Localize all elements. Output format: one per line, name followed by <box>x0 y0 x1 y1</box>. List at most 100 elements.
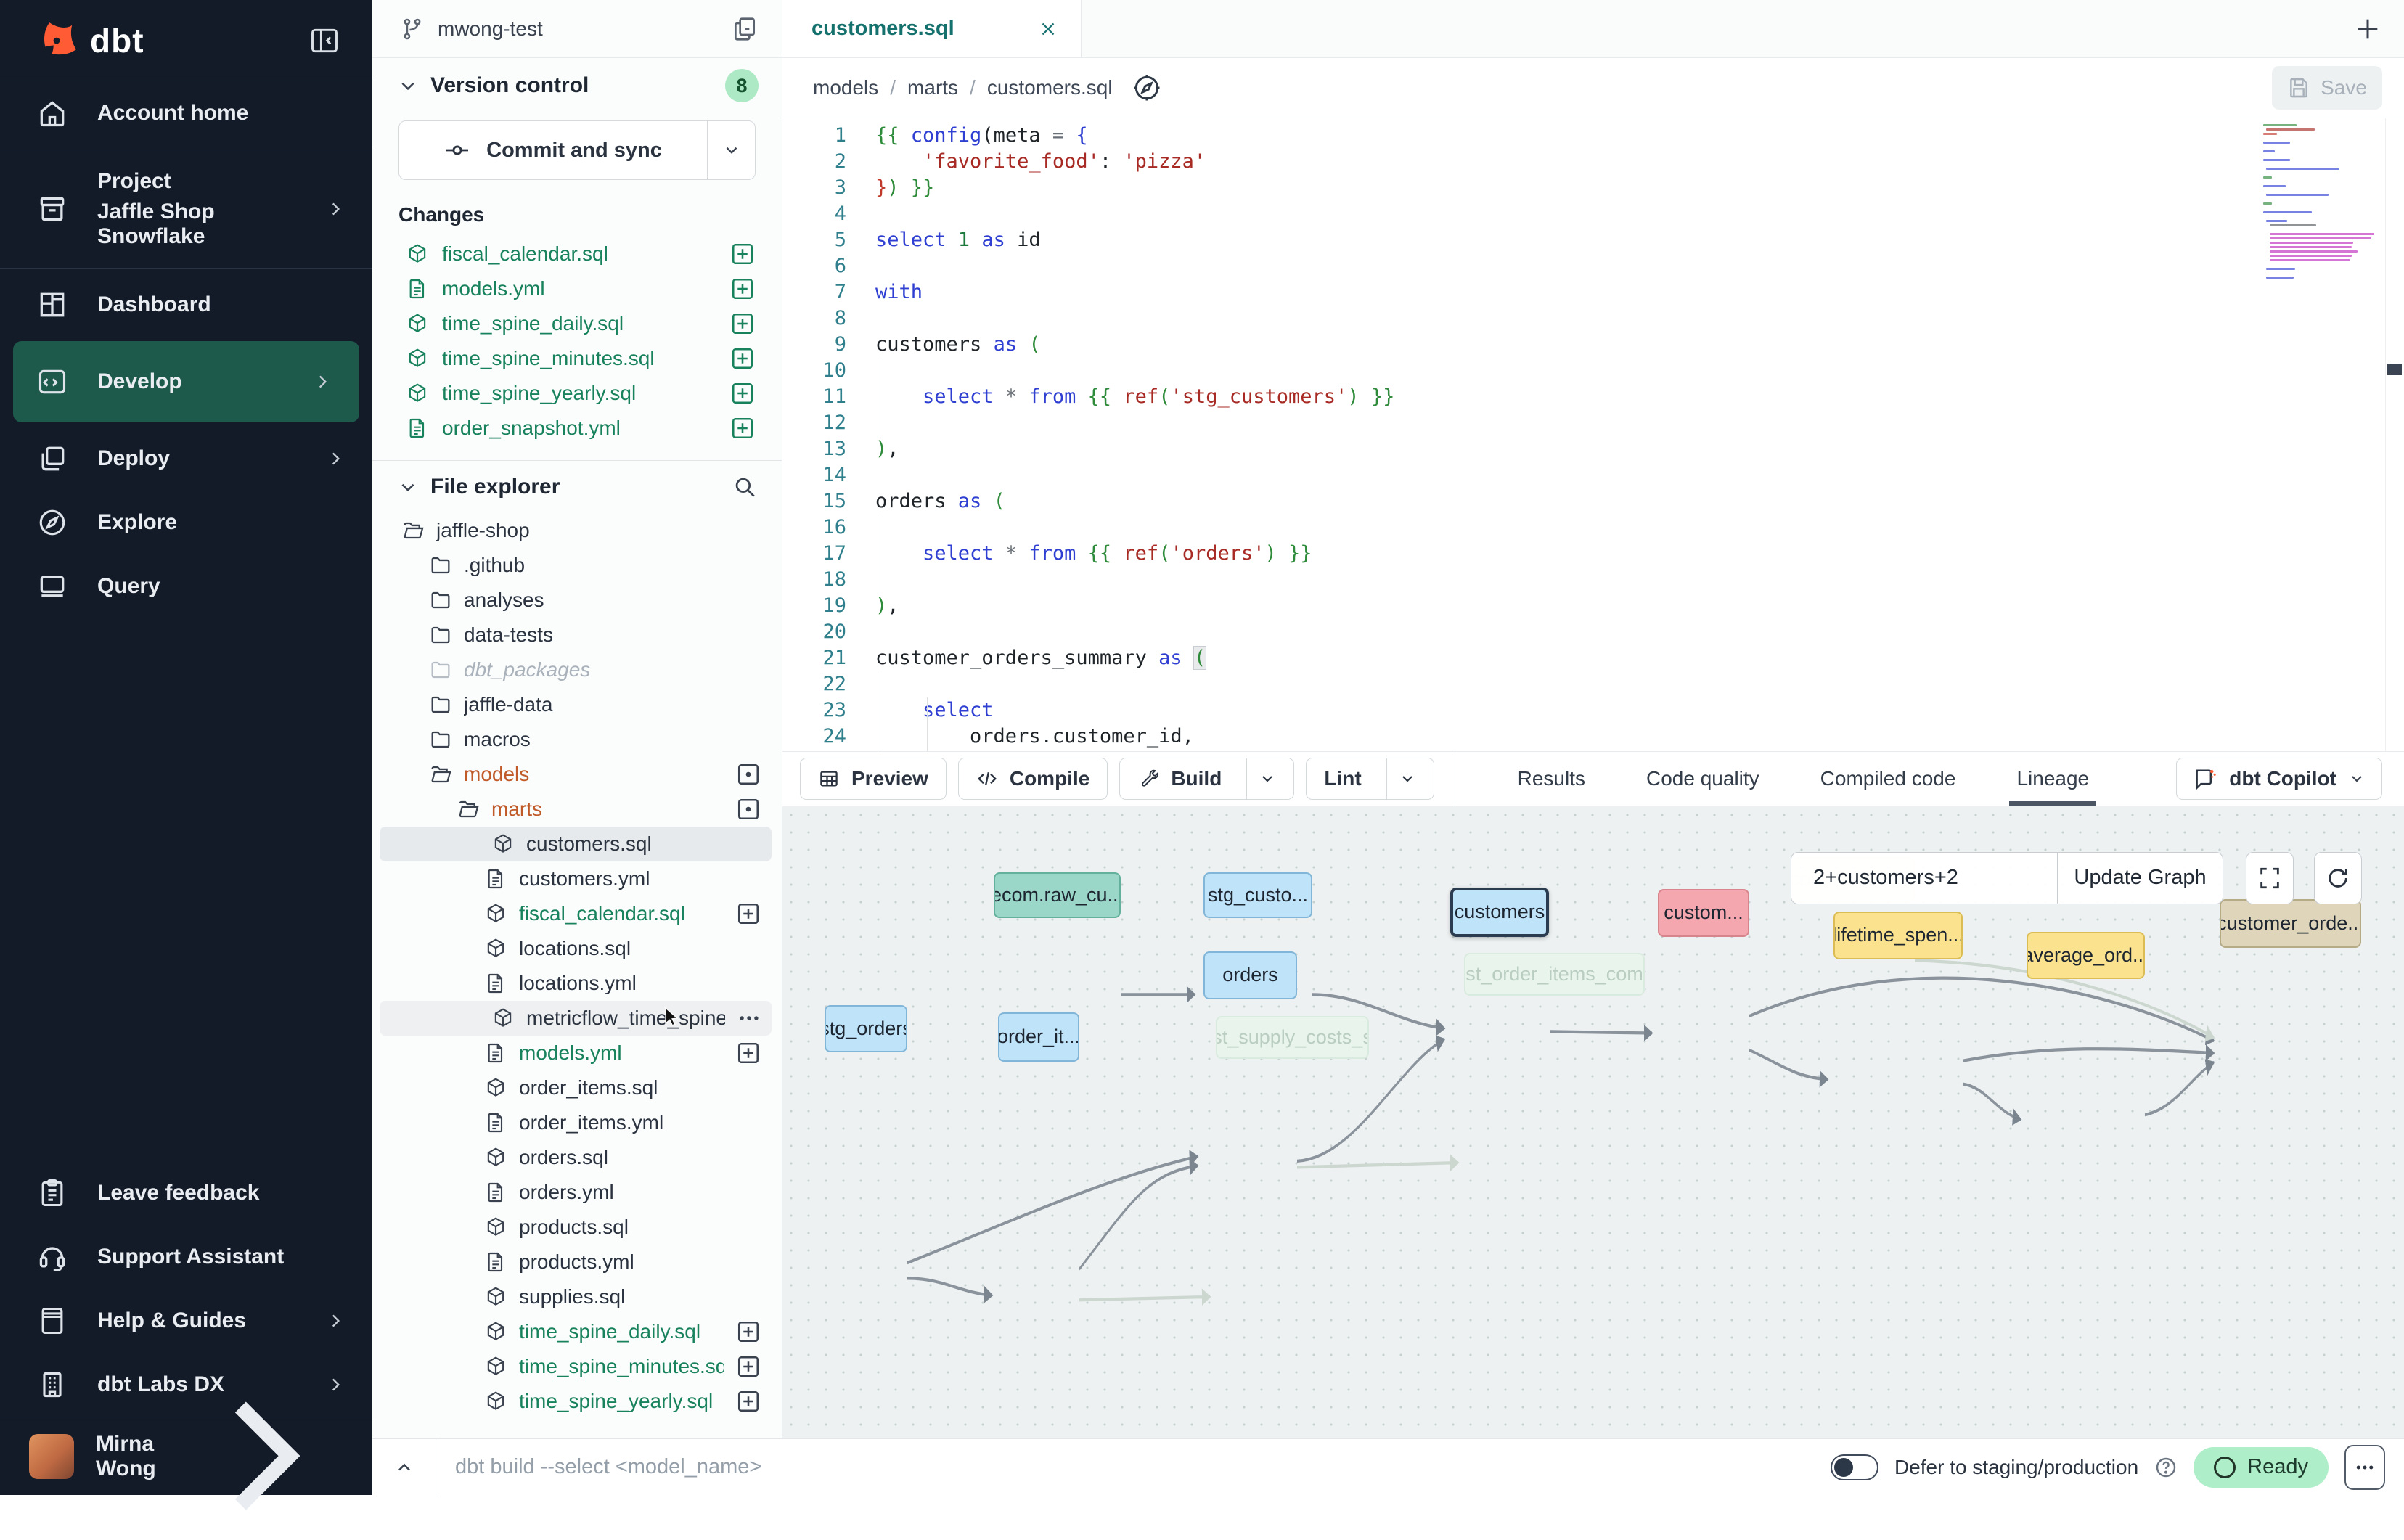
change-row[interactable]: time_spine_yearly.sql <box>372 376 782 411</box>
new-tab-icon[interactable] <box>2353 15 2382 44</box>
sidebar-item-explore[interactable]: Explore <box>0 491 372 554</box>
dot-box-icon[interactable] <box>735 761 761 787</box>
lineage-node-lifetime[interactable]: lifetime_spen... <box>1833 912 1963 959</box>
code-line-21[interactable]: 21customer_orders_summary as ( <box>782 645 2404 671</box>
lineage-node-cust_orde[interactable]: customer_orde... <box>2220 899 2361 948</box>
build-options-chevron[interactable] <box>1246 758 1276 799</box>
tree-item-orders-yml[interactable]: orders.yml <box>372 1175 782 1210</box>
compile-button[interactable]: Compile <box>958 758 1108 800</box>
tab-customers-sql[interactable]: customers.sql <box>782 0 1082 57</box>
plus-box-icon[interactable] <box>735 1040 761 1066</box>
sidebar-item-dashboard[interactable]: Dashboard <box>0 273 372 337</box>
code-line-22[interactable]: 22 <box>782 671 2404 697</box>
tree-item-macros[interactable]: macros <box>372 722 782 757</box>
tree-item-metricflow-time-spine-sql[interactable]: metricflow_time_spine.sql <box>380 1001 772 1036</box>
tree-item-locations-sql[interactable]: locations.sql <box>372 931 782 966</box>
plus-box-icon[interactable] <box>735 901 761 927</box>
tree-item-products-sql[interactable]: products.sql <box>372 1210 782 1245</box>
code-line-5[interactable]: 5select 1 as id <box>782 227 2404 253</box>
dot-box-icon[interactable] <box>729 450 756 453</box>
lineage-node-ecom[interactable]: ecom.raw_cu... <box>994 872 1121 918</box>
lineage-node-stg_custo[interactable]: stg_custo... <box>1203 872 1312 918</box>
close-icon[interactable] <box>1037 18 1059 40</box>
sidebar-item-dbt-labs-dx[interactable]: dbt Labs DX <box>0 1353 372 1417</box>
tree-item-customers-yml[interactable]: customers.yml <box>372 861 782 896</box>
update-graph-button[interactable]: Update Graph <box>2057 853 2223 904</box>
minimap[interactable] <box>2263 124 2372 285</box>
lineage-node-average[interactable]: average_ord... <box>2027 932 2145 979</box>
collapse-sidebar-icon[interactable] <box>308 25 340 57</box>
sidebar-item-leave-feedback[interactable]: Leave feedback <box>0 1161 372 1225</box>
tree-item-time-spine-daily-sql[interactable]: time_spine_daily.sql <box>372 1314 782 1349</box>
code-line-10[interactable]: 10 <box>782 358 2404 384</box>
change-row[interactable]: time_spine_daily.sql <box>372 306 782 341</box>
code-line-7[interactable]: 7with <box>782 279 2404 306</box>
version-control-header[interactable]: Version control 8 <box>372 58 782 113</box>
more-options-button[interactable] <box>2344 1445 2385 1490</box>
sidebar-item-query[interactable]: Query <box>0 554 372 618</box>
tree-item-orders-sql[interactable]: orders.sql <box>372 1140 782 1175</box>
save-button[interactable]: Save <box>2272 66 2382 110</box>
code-line-13[interactable]: 13), <box>782 436 2404 462</box>
command-input[interactable]: dbt build --select <model_name> <box>436 1455 1831 1479</box>
change-row[interactable]: fiscal_calendar.sql <box>372 237 782 271</box>
copy-branch-icon[interactable] <box>731 15 759 43</box>
tree-item-jaffle-data[interactable]: jaffle-data <box>372 687 782 722</box>
plus-box-icon[interactable] <box>729 345 756 372</box>
plus-box-icon[interactable] <box>735 1319 761 1345</box>
code-line-16[interactable]: 16 <box>782 515 2404 541</box>
scrollbar-thumb[interactable] <box>2387 364 2402 375</box>
lineage-node-stg_orders[interactable]: stg_orders <box>825 1005 907 1052</box>
lineage-node-customers[interactable]: customers <box>1450 888 1549 937</box>
code-line-1[interactable]: 1{{ config(meta = { <box>782 123 2404 149</box>
code-line-19[interactable]: 19), <box>782 593 2404 619</box>
code-line-20[interactable]: 20 <box>782 619 2404 645</box>
tree-item-fiscal-calendar-sql[interactable]: fiscal_calendar.sql <box>372 896 782 931</box>
expand-command-bar[interactable] <box>372 1439 436 1495</box>
tree-item-analyses[interactable]: analyses <box>372 583 782 618</box>
breadcrumb-file[interactable]: customers.sql <box>987 76 1113 99</box>
plus-box-icon[interactable] <box>729 311 756 337</box>
help-circle-icon[interactable] <box>2154 1456 2178 1479</box>
plus-box-icon[interactable] <box>729 241 756 267</box>
sidebar-item-help-guides[interactable]: Help & Guides <box>0 1289 372 1353</box>
branch-name[interactable]: mwong-test <box>438 17 718 41</box>
sidebar-item-support-assistant[interactable]: Support Assistant <box>0 1225 372 1289</box>
sidebar-item-deploy[interactable]: Deploy <box>0 427 372 491</box>
change-row[interactable]: time_spine_minutes.sql <box>372 341 782 376</box>
refresh-button[interactable] <box>2314 852 2362 904</box>
code-line-17[interactable]: 17 select * from {{ ref('orders') }} <box>782 541 2404 567</box>
tree-item-data-tests[interactable]: data-tests <box>372 618 782 652</box>
code-line-15[interactable]: 15orders as ( <box>782 488 2404 515</box>
code-line-11[interactable]: 11 select * from {{ ref('stg_customers')… <box>782 384 2404 410</box>
sidebar-item-account-home[interactable]: Account home <box>0 81 372 145</box>
code-line-2[interactable]: 2 'favorite_food': 'pizza' <box>782 149 2404 175</box>
file-explorer-header[interactable]: File explorer <box>372 461 782 513</box>
code-line-23[interactable]: 23 select <box>782 697 2404 724</box>
breadcrumb-models[interactable]: models <box>813 76 878 99</box>
sidebar-item-develop[interactable]: Develop <box>13 341 359 422</box>
commit-options-chevron[interactable] <box>707 121 755 179</box>
tree-item-marts[interactable]: marts <box>372 792 782 827</box>
plus-box-icon[interactable] <box>729 276 756 302</box>
code-line-8[interactable]: 8 <box>782 306 2404 332</box>
change-row[interactable]: stg_orders.sql <box>372 446 782 453</box>
lineage-node-orders[interactable]: orders <box>1203 951 1297 999</box>
code-editor[interactable]: 1{{ config(meta = {2 'favorite_food': 'p… <box>782 118 2404 751</box>
tree-item-order-items-sql[interactable]: order_items.sql <box>372 1070 782 1105</box>
commit-and-sync-button[interactable]: Commit and sync <box>398 120 756 180</box>
lineage-node-custom_pk[interactable]: custom... <box>1658 889 1749 937</box>
tree-item-time-spine-yearly-sql[interactable]: time_spine_yearly.sql <box>372 1384 782 1419</box>
code-line-9[interactable]: 9customers as ( <box>782 332 2404 358</box>
tree-item-products-yml[interactable]: products.yml <box>372 1245 782 1279</box>
tab-lineage[interactable]: Lineage <box>2016 752 2089 806</box>
code-line-12[interactable]: 12 <box>782 410 2404 436</box>
code-line-14[interactable]: 14 <box>782 462 2404 488</box>
tree-item-customers-sql[interactable]: customers.sql <box>380 827 772 861</box>
code-line-24[interactable]: 24 orders.customer_id, <box>782 724 2404 750</box>
tree-item-jaffle-shop[interactable]: jaffle-shop <box>372 513 782 548</box>
breadcrumb-marts[interactable]: marts <box>907 76 958 99</box>
plus-box-icon[interactable] <box>735 1388 761 1414</box>
lineage-node-order_it[interactable]: order_it... <box>998 1012 1079 1062</box>
tab-compiled-code[interactable]: Compiled code <box>1820 752 1956 806</box>
